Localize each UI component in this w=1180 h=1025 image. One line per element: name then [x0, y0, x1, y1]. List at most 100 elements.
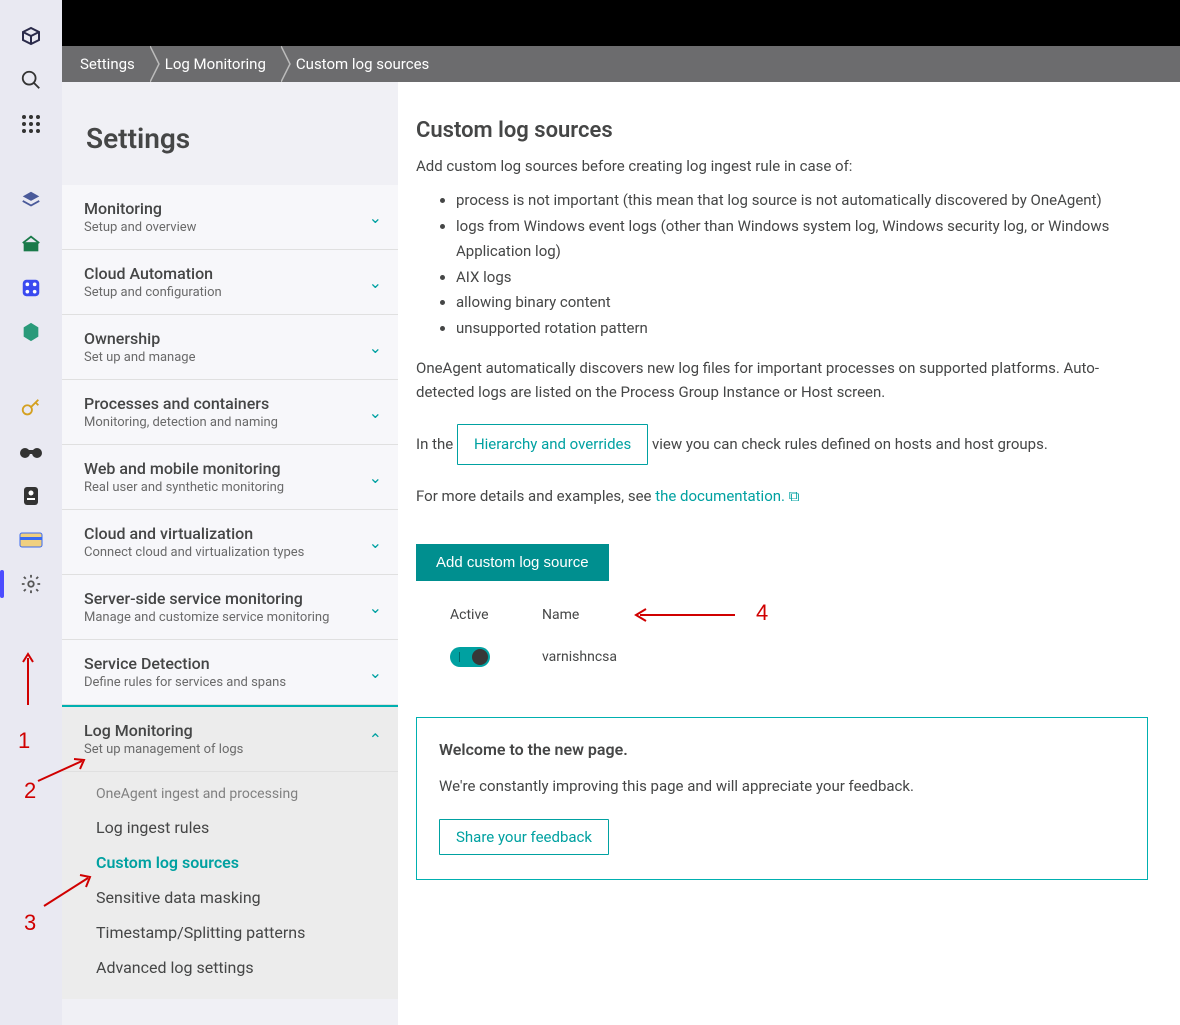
rail-dice[interactable]	[0, 266, 62, 310]
rail-settings[interactable]	[0, 562, 62, 606]
chevron-down-icon: ⌄	[369, 273, 382, 292]
intro-text: Add custom log sources before creating l…	[416, 155, 1148, 178]
top-bar	[62, 0, 1180, 46]
feedback-body: We're constantly improving this page and…	[439, 775, 1125, 798]
accordion-label: Service Detection	[84, 654, 286, 673]
breadcrumb-custom-log-sources[interactable]: Custom log sources	[292, 46, 443, 82]
bullet-item: logs from Windows event logs (other than…	[456, 214, 1148, 265]
sub-link-log-ingest-rules[interactable]: Log ingest rules	[62, 810, 398, 845]
chevron-down-icon: ⌄	[369, 663, 382, 682]
sub-link-custom-log-sources[interactable]: Custom log sources	[62, 845, 398, 880]
accordion-monitoring[interactable]: Monitoring Setup and overview ⌄	[62, 185, 398, 250]
text-fragment: For more details and examples, see	[416, 487, 655, 505]
bullet-list: process is not important (this mean that…	[456, 188, 1148, 341]
accordion-log-monitoring[interactable]: Log MonitoringSet up management of logs …	[62, 705, 398, 772]
accordion-web-mobile[interactable]: Web and mobile monitoring Real user and s…	[62, 445, 398, 510]
sub-group-label: OneAgent ingest and processing	[62, 778, 398, 810]
external-link-icon: ⧉	[789, 487, 800, 505]
th-active: Active	[450, 607, 542, 623]
para-auto-discover: OneAgent automatically discovers new log…	[416, 357, 1148, 404]
rail-search[interactable]	[0, 58, 62, 102]
breadcrumb-settings[interactable]: Settings	[76, 46, 149, 82]
rail-badge[interactable]	[0, 474, 62, 518]
key-icon	[20, 397, 42, 419]
accordion-cloud-automation[interactable]: Cloud AutomationSetup and configuration …	[62, 250, 398, 315]
cube-logo-icon	[19, 24, 43, 48]
chevron-down-icon: ⌄	[369, 403, 382, 422]
accordion-label: Log Monitoring	[84, 721, 243, 740]
text-fragment: In the	[416, 435, 457, 453]
hierarchy-overrides-button[interactable]: Hierarchy and overrides	[457, 424, 648, 465]
search-icon	[20, 69, 42, 91]
accordion-service-detection[interactable]: Service Detection Define rules for servic…	[62, 640, 398, 705]
sub-link-advanced-log-settings[interactable]: Advanced log settings	[62, 950, 398, 985]
accordion-processes[interactable]: Processes and containers Monitoring, dete…	[62, 380, 398, 445]
accordion-subtitle: Set up management of logs	[84, 742, 243, 757]
row-name: varnishncsa	[542, 649, 617, 665]
share-feedback-button[interactable]: Share your feedback	[439, 819, 609, 855]
accordion-subtitle: Setup and overview	[84, 220, 196, 235]
binoculars-icon	[19, 444, 43, 460]
bullet-item: process is not important (this mean that…	[456, 188, 1148, 214]
accordion-subtitle: Set up and manage	[84, 350, 196, 365]
rail-logo[interactable]	[0, 14, 62, 58]
accordion-cloud-virtualization[interactable]: Cloud and virtualization Connect cloud an…	[62, 510, 398, 575]
breadcrumb-log-monitoring[interactable]: Log Monitoring	[161, 46, 280, 82]
accordion-label: Monitoring	[84, 199, 196, 218]
log-monitoring-subitems: OneAgent ingest and processing Log inges…	[62, 772, 398, 999]
house-chart-icon	[20, 233, 42, 255]
rail-key[interactable]	[0, 386, 62, 430]
accordion-subtitle: Setup and configuration	[84, 285, 222, 300]
para-hierarchy: In the Hierarchy and overrides view you …	[416, 424, 1148, 465]
accordion-server-side[interactable]: Server-side service monitoringManage and…	[62, 575, 398, 640]
settings-sidebar: Settings MonitoringSetup and overview ⌄ …	[62, 82, 398, 1025]
feedback-title: Welcome to the new page.	[439, 740, 1125, 759]
gear-icon	[20, 573, 42, 595]
breadcrumb-sep-icon	[280, 46, 292, 82]
breadcrumb: Settings Log Monitoring Custom log sourc…	[62, 46, 1180, 82]
chevron-down-icon: ⌄	[369, 598, 382, 617]
chevron-down-icon: ⌄	[369, 208, 382, 227]
dice-icon	[20, 277, 42, 299]
accordion-label: Cloud Automation	[84, 264, 222, 283]
documentation-link[interactable]: the documentation. ⧉	[655, 487, 799, 505]
card-icon	[19, 532, 43, 548]
table-row: varnishncsa	[416, 637, 1148, 677]
text-fragment: view you can check rules defined on host…	[652, 435, 1048, 453]
feedback-box: Welcome to the new page. We're constantl…	[416, 717, 1148, 879]
rail-infrastructure[interactable]	[0, 178, 62, 222]
panel-title: Settings	[62, 102, 398, 185]
breadcrumb-sep-icon	[149, 46, 161, 82]
accordion-subtitle: Connect cloud and virtualization types	[84, 545, 304, 560]
accordion-label: Web and mobile monitoring	[84, 459, 284, 478]
left-icon-rail	[0, 0, 62, 1025]
page-title: Custom log sources	[416, 118, 1148, 143]
chevron-up-icon: ⌃	[369, 730, 382, 749]
sub-link-timestamp-splitting[interactable]: Timestamp/Splitting patterns	[62, 915, 398, 950]
accordion-subtitle: Monitoring, detection and naming	[84, 415, 278, 430]
accordion-label: Server-side service monitoring	[84, 589, 329, 608]
main-content: Custom log sources Add custom log source…	[398, 82, 1180, 1025]
sub-link-sensitive-data-masking[interactable]: Sensitive data masking	[62, 880, 398, 915]
accordion-label: Cloud and virtualization	[84, 524, 304, 543]
add-custom-log-source-button[interactable]: Add custom log source	[416, 544, 609, 581]
rail-card[interactable]	[0, 518, 62, 562]
accordion-label: Processes and containers	[84, 394, 278, 413]
apps-grid-icon	[21, 114, 41, 134]
accordion-label: Ownership	[84, 329, 196, 348]
bullet-item: unsupported rotation pattern	[456, 316, 1148, 342]
link-text: the documentation.	[655, 487, 785, 505]
rail-binoculars[interactable]	[0, 430, 62, 474]
accordion-ownership[interactable]: Ownership Set up and manage ⌄	[62, 315, 398, 380]
chevron-down-icon: ⌄	[369, 533, 382, 552]
layers-icon	[20, 189, 42, 211]
active-toggle[interactable]	[450, 647, 490, 667]
accordion-subtitle: Define rules for services and spans	[84, 675, 286, 690]
rail-cloud[interactable]	[0, 222, 62, 266]
accordion-subtitle: Real user and synthetic monitoring	[84, 480, 284, 495]
rail-hex[interactable]	[0, 310, 62, 354]
rail-apps[interactable]	[0, 102, 62, 146]
table-header: Active Name	[416, 599, 1148, 637]
bullet-item: AIX logs	[456, 265, 1148, 291]
chevron-down-icon: ⌄	[369, 338, 382, 357]
